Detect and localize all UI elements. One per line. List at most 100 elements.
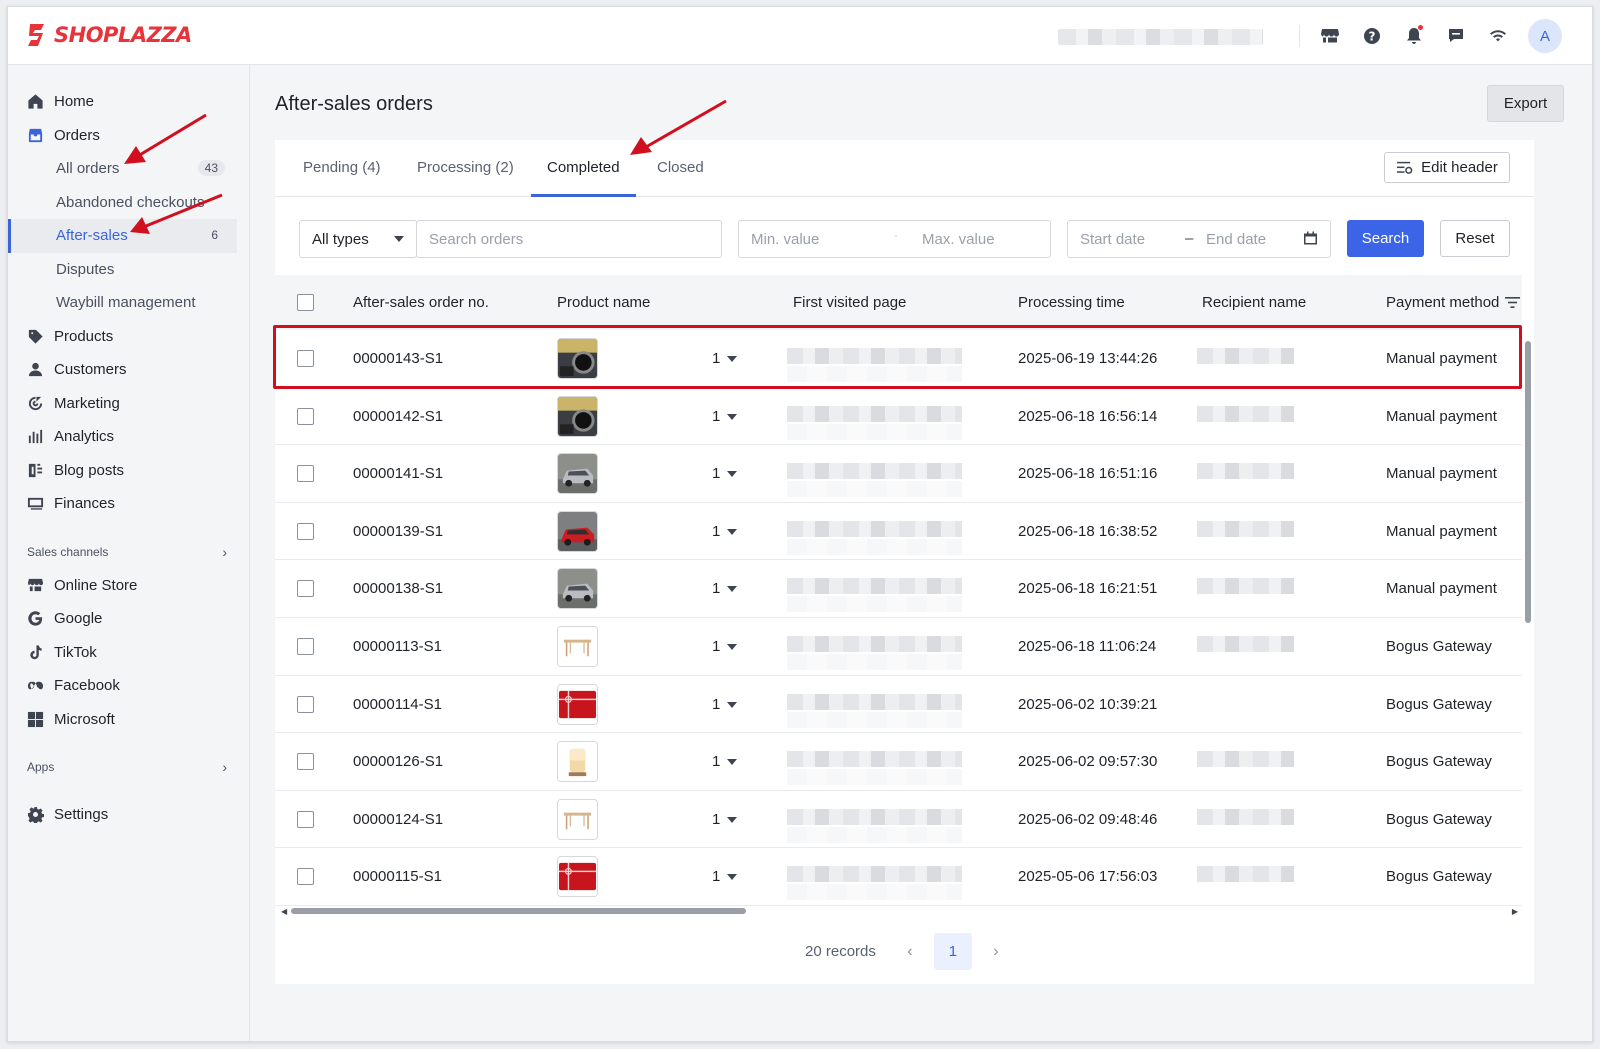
sidebar-item-marketing[interactable]: Marketing (8, 387, 249, 421)
sidebar-item-abandoned-checkouts[interactable]: Abandoned checkouts (8, 186, 249, 220)
table-row[interactable]: 00000143-S1 1 2025-06-19 13:44:26 Manual pa… (275, 330, 1522, 388)
order-number[interactable]: 00000142-S1 (353, 408, 443, 425)
page-number-current[interactable]: 1 (933, 933, 972, 970)
sidebar-item-online-store[interactable]: Online Store (8, 569, 249, 603)
bell-icon[interactable] (1402, 24, 1426, 48)
table-row[interactable]: 00000142-S1 1 2025-06-18 16:56:14 Manual pa… (275, 388, 1522, 446)
order-number[interactable]: 00000114-S1 (353, 696, 442, 713)
row-checkbox[interactable] (297, 868, 314, 886)
tab-processing[interactable]: Processing (2) (417, 159, 514, 197)
sidebar-item-home[interactable]: Home (8, 85, 249, 119)
product-thumbnail[interactable] (557, 510, 598, 552)
tab-completed[interactable]: Completed (531, 159, 635, 197)
order-number[interactable]: 00000113-S1 (353, 638, 442, 655)
sidebar-item-google[interactable]: Google (8, 602, 249, 636)
row-checkbox[interactable] (297, 522, 314, 540)
caret-down-icon[interactable] (727, 816, 737, 823)
product-thumbnail[interactable] (557, 683, 598, 725)
tab-pending[interactable]: Pending (4) (303, 159, 381, 197)
sidebar-item-waybill-management[interactable]: Waybill management (8, 286, 249, 320)
sidebar-item-analytics[interactable]: Analytics (8, 420, 249, 454)
sidebar-item-products[interactable]: Products (8, 320, 249, 354)
filter-lines-icon[interactable] (1505, 296, 1520, 309)
row-checkbox[interactable] (297, 638, 314, 655)
chat-icon[interactable] (1444, 24, 1468, 48)
sidebar-section-apps[interactable]: Apps › (8, 750, 249, 784)
vertical-scrollbar[interactable] (1524, 333, 1532, 906)
table-row[interactable]: 00000126-S1 1 2025-06-02 09:57:30 Bogus Gat… (275, 733, 1522, 791)
product-thumbnail[interactable] (557, 626, 598, 667)
table-row[interactable]: 00000141-S1 1 2025-06-18 16:51:16 Manual pa… (275, 445, 1522, 503)
product-thumbnail[interactable] (557, 856, 598, 898)
help-icon[interactable]: ? (1360, 24, 1384, 48)
calendar-icon[interactable] (1303, 231, 1318, 246)
sidebar-item-microsoft[interactable]: Microsoft (8, 703, 249, 737)
caret-down-icon[interactable] (727, 528, 737, 535)
sidebar-item-facebook[interactable]: Facebook (8, 669, 249, 703)
product-thumbnail[interactable] (557, 798, 598, 840)
logo[interactable]: SHOPLAZZA (26, 22, 192, 48)
row-checkbox[interactable] (297, 695, 314, 713)
sidebar-item-all-orders[interactable]: All orders 43 (8, 152, 249, 186)
scrollbar-thumb[interactable] (291, 908, 746, 914)
product-thumbnail[interactable] (557, 741, 598, 783)
order-number[interactable]: 00000126-S1 (353, 753, 443, 770)
tab-closed[interactable]: Closed (657, 159, 704, 197)
search-input[interactable]: Search orders (416, 220, 722, 258)
order-number[interactable]: 00000141-S1 (353, 465, 443, 482)
sidebar-section-sales-channels[interactable]: Sales channels › (8, 535, 249, 569)
row-checkbox[interactable] (297, 753, 314, 771)
sidebar-item-finances[interactable]: Finances (8, 487, 249, 521)
date-range-input[interactable]: Start date – End date (1067, 220, 1331, 258)
table-row[interactable]: 00000115-S1 1 2025-05-06 17:56:03 Bogus Gat… (275, 848, 1522, 906)
order-number[interactable]: 00000139-S1 (353, 523, 443, 540)
scroll-right-icon[interactable]: ▶ (1512, 907, 1518, 916)
row-checkbox[interactable] (297, 407, 314, 425)
table-row[interactable]: 00000113-S1 1 2025-06-18 11:06:24 Bogus Gat… (275, 618, 1522, 676)
product-thumbnail[interactable] (557, 338, 598, 379)
caret-down-icon[interactable] (727, 586, 737, 593)
caret-down-icon[interactable] (727, 356, 737, 362)
caret-down-icon[interactable] (727, 644, 737, 650)
sidebar-item-customers[interactable]: Customers (8, 353, 249, 387)
sidebar-item-after-sales[interactable]: After-sales 6 (8, 219, 237, 253)
caret-down-icon[interactable] (727, 759, 737, 766)
product-thumbnail[interactable] (557, 395, 598, 437)
product-thumbnail[interactable] (557, 453, 598, 495)
caret-down-icon[interactable] (727, 471, 737, 478)
table-row[interactable]: 00000114-S1 1 2025-06-02 10:39:21 Bogus Gat… (275, 676, 1522, 734)
product-thumbnail[interactable] (557, 568, 598, 610)
order-number[interactable]: 00000143-S1 (353, 350, 443, 367)
sidebar-item-orders[interactable]: Orders (8, 119, 249, 153)
row-checkbox[interactable] (297, 810, 314, 828)
sidebar-item-disputes[interactable]: Disputes (8, 253, 249, 287)
search-button[interactable]: Search (1347, 220, 1424, 257)
row-checkbox[interactable] (297, 580, 314, 598)
table-row[interactable]: 00000139-S1 1 2025-06-18 16:38:52 Manual pa… (275, 503, 1522, 561)
caret-down-icon[interactable] (727, 701, 737, 708)
type-select[interactable]: All types (299, 220, 417, 258)
reset-button[interactable]: Reset (1440, 220, 1510, 257)
row-checkbox[interactable] (297, 465, 314, 483)
sidebar-item-blog-posts[interactable]: Blog posts (8, 454, 249, 488)
store-icon[interactable] (1318, 24, 1342, 48)
edit-header-button[interactable]: Edit header (1384, 152, 1510, 183)
chevron-left-icon[interactable]: ‹ (898, 943, 922, 961)
caret-down-icon[interactable] (727, 874, 737, 881)
order-number[interactable]: 00000124-S1 (353, 811, 443, 828)
table-row[interactable]: 00000124-S1 1 2025-06-02 09:48:46 Bogus Gat… (275, 791, 1522, 849)
sidebar-item-settings[interactable]: Settings (8, 798, 249, 832)
select-all-checkbox[interactable] (297, 294, 314, 311)
order-number[interactable]: 00000138-S1 (353, 580, 443, 597)
row-checkbox[interactable] (297, 350, 314, 367)
scroll-left-icon[interactable]: ◀ (281, 907, 287, 916)
caret-down-icon[interactable] (727, 413, 737, 420)
chevron-right-icon[interactable]: › (984, 943, 1008, 961)
sidebar-item-tiktok[interactable]: TikTok (8, 636, 249, 670)
wifi-icon[interactable] (1486, 24, 1510, 48)
order-number[interactable]: 00000115-S1 (353, 868, 442, 885)
avatar[interactable]: A (1528, 19, 1562, 53)
value-range-input[interactable]: Min. value - Max. value (738, 220, 1051, 258)
export-button[interactable]: Export (1487, 85, 1564, 122)
table-row[interactable]: 00000138-S1 1 2025-06-18 16:21:51 Manual pa… (275, 560, 1522, 618)
